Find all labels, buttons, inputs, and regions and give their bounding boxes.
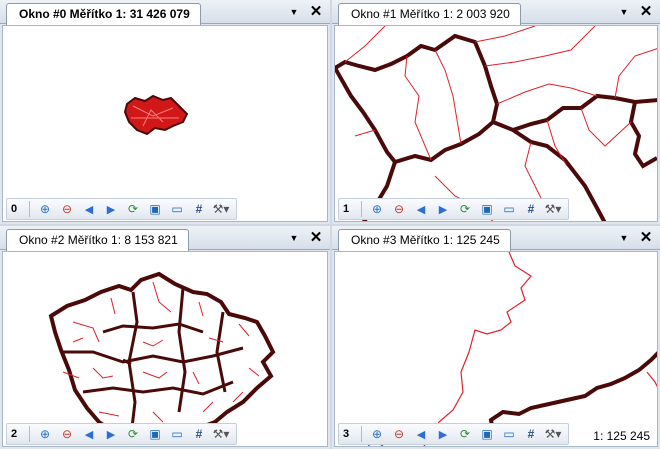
close-icon[interactable]: ✕	[638, 230, 654, 246]
zoom-in-icon[interactable]: ⊕	[366, 200, 388, 218]
window-number: 3	[343, 428, 350, 440]
forward-arrow-icon[interactable]: ▶	[432, 200, 454, 218]
zoom-in-icon[interactable]: ⊕	[34, 425, 56, 443]
map-canvas[interactable]	[334, 25, 658, 222]
layer-icon[interactable]: ▭	[498, 425, 520, 443]
toolbar-separator	[361, 426, 362, 442]
map-window-3: Okno #3 Měřítko 1: 125 245 ▼ ✕ 3 ⊕ ⊖ ◀ ▶…	[332, 226, 660, 449]
grid-icon[interactable]: #	[520, 200, 542, 218]
back-arrow-icon[interactable]: ◀	[410, 200, 432, 218]
zoom-out-icon[interactable]: ⊖	[388, 425, 410, 443]
map-workspace: Okno #0 Měřítko 1: 31 426 079 ▼ ✕ 0 ⊕ ⊖ …	[0, 0, 660, 449]
tabstrip: Okno #0 Měřítko 1: 31 426 079 ▼ ✕	[0, 0, 330, 25]
zoom-in-icon[interactable]: ⊕	[366, 425, 388, 443]
window-number: 0	[11, 203, 18, 215]
map-toolbar: 3 ⊕ ⊖ ◀ ▶ ⟳ ▣ ▭ # ⚒▾	[338, 423, 569, 445]
toolbar-separator	[361, 201, 362, 217]
toolbar-separator	[29, 426, 30, 442]
forward-arrow-icon[interactable]: ▶	[100, 200, 122, 218]
map-drawing	[367, 252, 657, 446]
close-icon[interactable]: ✕	[308, 4, 324, 20]
grid-icon[interactable]: #	[188, 425, 210, 443]
image-icon[interactable]: ▣	[476, 425, 498, 443]
back-arrow-icon[interactable]: ◀	[410, 425, 432, 443]
layer-icon[interactable]: ▭	[498, 200, 520, 218]
tools-icon[interactable]: ⚒▾	[542, 425, 564, 443]
scale-readout: 1: 125 245	[591, 429, 652, 443]
map-toolbar: 2 ⊕ ⊖ ◀ ▶ ⟳ ▣ ▭ # ⚒▾	[6, 423, 237, 445]
zoom-in-icon[interactable]: ⊕	[34, 200, 56, 218]
zoom-out-icon[interactable]: ⊖	[388, 200, 410, 218]
layer-icon[interactable]: ▭	[166, 425, 188, 443]
tools-icon[interactable]: ⚒▾	[210, 200, 232, 218]
map-canvas[interactable]	[2, 25, 328, 222]
tabstrip: Okno #3 Měřítko 1: 125 245 ▼ ✕	[332, 226, 660, 251]
map-drawing	[123, 94, 189, 136]
tools-icon[interactable]: ⚒▾	[210, 425, 232, 443]
tabstrip: Okno #2 Měřítko 1: 8 153 821 ▼ ✕	[0, 226, 330, 251]
back-arrow-icon[interactable]: ◀	[78, 200, 100, 218]
refresh-map-icon[interactable]: ⟳	[454, 425, 476, 443]
tab-window-0[interactable]: Okno #0 Měřítko 1: 31 426 079	[6, 3, 201, 25]
image-icon[interactable]: ▣	[144, 200, 166, 218]
tab-window-1[interactable]: Okno #1 Měřítko 1: 2 003 920	[338, 3, 521, 25]
map-drawing	[335, 26, 657, 221]
forward-arrow-icon[interactable]: ▶	[100, 425, 122, 443]
chevron-down-icon[interactable]: ▼	[616, 4, 632, 20]
tabstrip: Okno #1 Měřítko 1: 2 003 920 ▼ ✕	[332, 0, 660, 25]
map-canvas[interactable]	[2, 251, 328, 447]
grid-icon[interactable]: #	[188, 200, 210, 218]
map-canvas[interactable]	[334, 251, 658, 447]
chevron-down-icon[interactable]: ▼	[286, 4, 302, 20]
toolbar-separator	[29, 201, 30, 217]
chevron-down-icon[interactable]: ▼	[616, 230, 632, 246]
refresh-map-icon[interactable]: ⟳	[122, 425, 144, 443]
chevron-down-icon[interactable]: ▼	[286, 230, 302, 246]
forward-arrow-icon[interactable]: ▶	[432, 425, 454, 443]
zoom-out-icon[interactable]: ⊖	[56, 200, 78, 218]
refresh-map-icon[interactable]: ⟳	[122, 200, 144, 218]
back-arrow-icon[interactable]: ◀	[78, 425, 100, 443]
layer-icon[interactable]: ▭	[166, 200, 188, 218]
image-icon[interactable]: ▣	[476, 200, 498, 218]
map-window-1: Okno #1 Měřítko 1: 2 003 920 ▼ ✕ 1 ⊕ ⊖ ◀…	[332, 0, 660, 224]
window-number: 1	[343, 203, 350, 215]
zoom-out-icon[interactable]: ⊖	[56, 425, 78, 443]
map-drawing	[48, 271, 276, 443]
close-icon[interactable]: ✕	[638, 4, 654, 20]
window-number: 2	[11, 428, 18, 440]
close-icon[interactable]: ✕	[308, 230, 324, 246]
map-toolbar: 0 ⊕ ⊖ ◀ ▶ ⟳ ▣ ▭ # ⚒▾	[6, 198, 237, 220]
tab-window-2[interactable]: Okno #2 Měřítko 1: 8 153 821	[6, 229, 189, 251]
tab-window-3[interactable]: Okno #3 Měřítko 1: 125 245	[338, 229, 511, 251]
grid-icon[interactable]: #	[520, 425, 542, 443]
map-window-2: Okno #2 Měřítko 1: 8 153 821 ▼ ✕ 2 ⊕ ⊖ ◀…	[0, 226, 330, 449]
refresh-map-icon[interactable]: ⟳	[454, 200, 476, 218]
tools-icon[interactable]: ⚒▾	[542, 200, 564, 218]
image-icon[interactable]: ▣	[144, 425, 166, 443]
map-toolbar: 1 ⊕ ⊖ ◀ ▶ ⟳ ▣ ▭ # ⚒▾	[338, 198, 569, 220]
map-window-0: Okno #0 Měřítko 1: 31 426 079 ▼ ✕ 0 ⊕ ⊖ …	[0, 0, 330, 224]
